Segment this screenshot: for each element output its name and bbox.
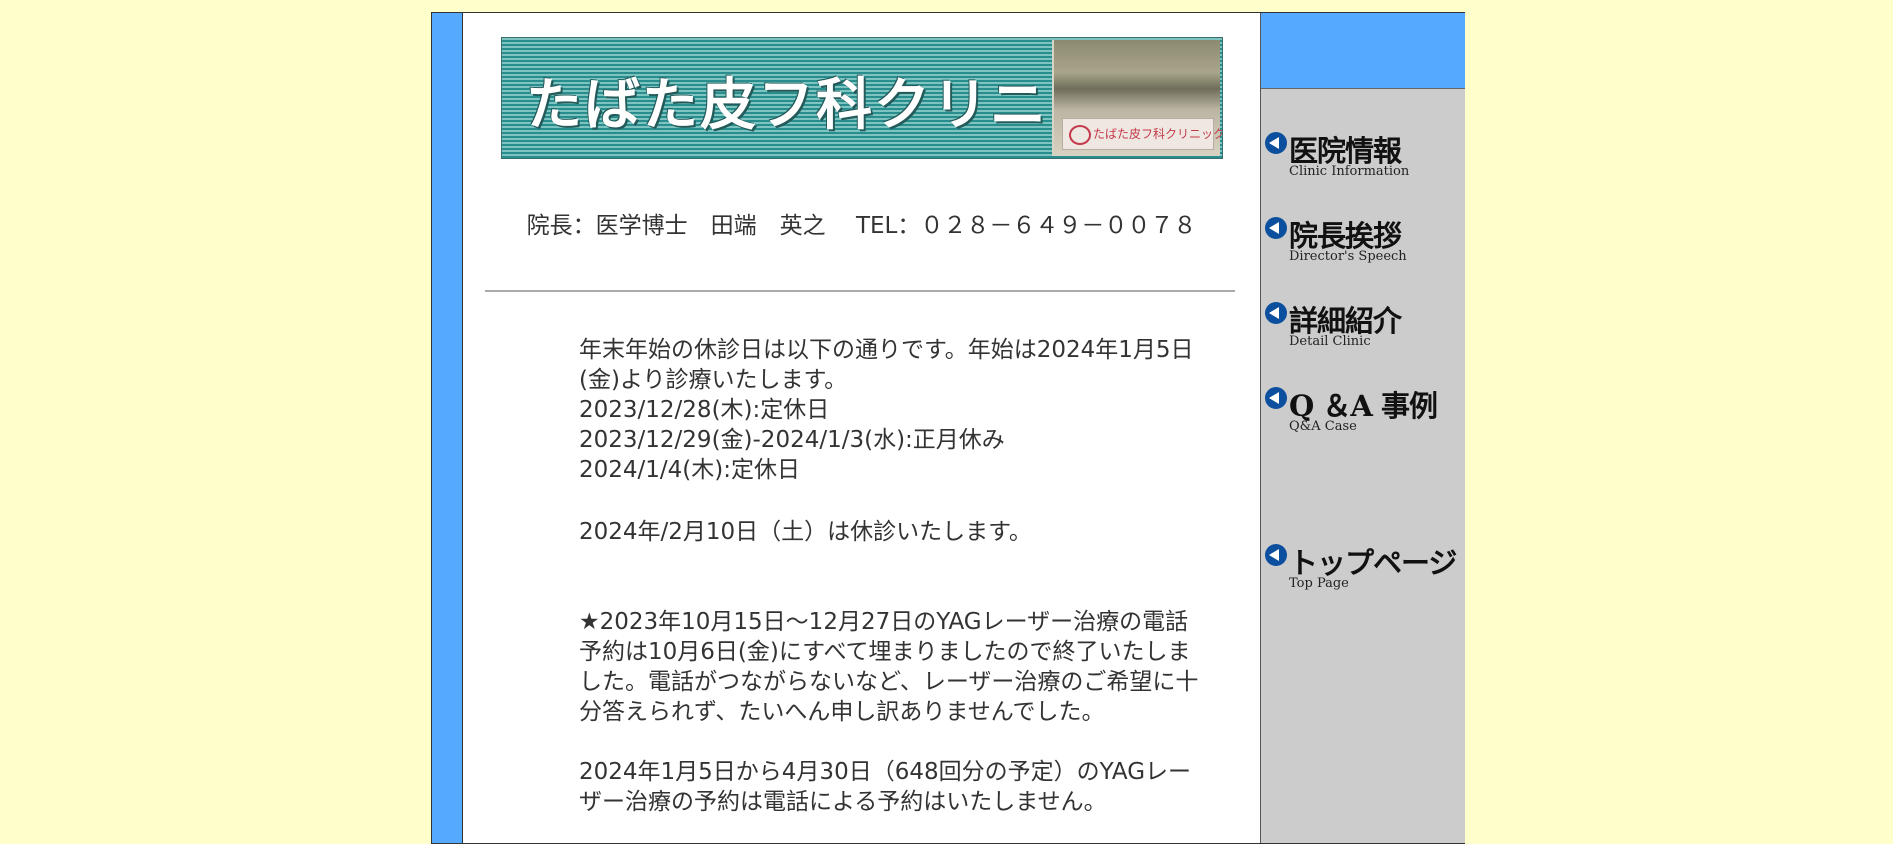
notice-year-end-holidays: 年末年始の休診日は以下の通りです。年始は2024年1月5日(金)より診療いたしま… bbox=[579, 335, 1209, 485]
notice-yag-laser-ended: ★2023年10月15日～12月27日のYAGレーザー治療の電話予約は10月6日… bbox=[579, 607, 1209, 727]
clinic-building-photo: たばた皮フ科クリニック bbox=[1052, 40, 1222, 156]
nav-item-sublabel: Top Page bbox=[1289, 576, 1349, 591]
divider bbox=[485, 290, 1235, 292]
page-frame: たばた皮フ科クリニック たばた皮フ科クリニック 院長：医学博士 田端 英之 TE… bbox=[431, 12, 1465, 844]
clinic-banner: たばた皮フ科クリニック たばた皮フ科クリニック bbox=[501, 37, 1223, 159]
nav-item-directors-speech[interactable]: 院長挨拶 Director's Speech bbox=[1263, 213, 1463, 269]
notice-yag-laser-reservation: 2024年1月5日から4月30日（648回分の予定）のYAGレーザー治療の予約は… bbox=[579, 757, 1209, 817]
arrow-left-circle-icon bbox=[1265, 387, 1287, 409]
arrow-left-circle-icon bbox=[1265, 302, 1287, 324]
main-content: たばた皮フ科クリニック たばた皮フ科クリニック 院長：医学博士 田端 英之 TE… bbox=[463, 13, 1260, 843]
notice-feb-closure: 2024年/2月10日（土）は休診いたします。 bbox=[579, 517, 1209, 547]
notice-line: 2024/1/4(木):定休日 bbox=[579, 457, 800, 483]
nav-item-qa-case[interactable]: Q ＆A 事例 Q&A Case bbox=[1263, 383, 1463, 439]
sidebar-nav: 医院情報 Clinic Information 院長挨拶 Director's … bbox=[1260, 13, 1465, 843]
arrow-left-circle-icon bbox=[1265, 217, 1287, 239]
nav-item-detail-clinic[interactable]: 詳細紹介 Detail Clinic bbox=[1263, 298, 1463, 354]
nav-item-clinic-information[interactable]: 医院情報 Clinic Information bbox=[1263, 128, 1463, 184]
nav-item-sublabel: Director's Speech bbox=[1289, 249, 1407, 264]
sidebar-header-block bbox=[1261, 13, 1465, 89]
clinic-signboard: たばた皮フ科クリニック bbox=[1062, 118, 1222, 150]
notice-line: 2024年/2月10日（土）は休診いたします。 bbox=[579, 519, 1032, 545]
director-and-phone: 院長：医学博士 田端 英之 TEL：０２８－６４９－００７８ bbox=[526, 213, 1197, 239]
arrow-left-circle-icon bbox=[1265, 544, 1287, 566]
notice-line: 2024年1月5日から4月30日（648回分の予定）のYAGレーザー治療の予約は… bbox=[579, 759, 1192, 815]
arrow-left-circle-icon bbox=[1265, 132, 1287, 154]
nav-item-sublabel: Clinic Information bbox=[1289, 164, 1410, 179]
notice-line: 2023/12/29(金)-2024/1/3(水):正月休み bbox=[579, 427, 1005, 453]
nav-item-sublabel: Q&A Case bbox=[1289, 419, 1357, 434]
nav-item-top-page[interactable]: トップページ Top Page bbox=[1263, 540, 1463, 596]
left-accent-stripe bbox=[432, 13, 463, 843]
notice-line: 年末年始の休診日は以下の通りです。年始は2024年1月5日(金)より診療いたしま… bbox=[579, 337, 1194, 393]
notice-line: ★2023年10月15日～12月27日のYAGレーザー治療の電話予約は10月6日… bbox=[579, 609, 1199, 725]
nav-item-sublabel: Detail Clinic bbox=[1289, 334, 1371, 349]
clinic-logo-icon bbox=[1069, 125, 1091, 145]
signboard-text: たばた皮フ科クリニック bbox=[1093, 127, 1223, 141]
notice-line: 2023/12/28(木):定休日 bbox=[579, 397, 830, 423]
